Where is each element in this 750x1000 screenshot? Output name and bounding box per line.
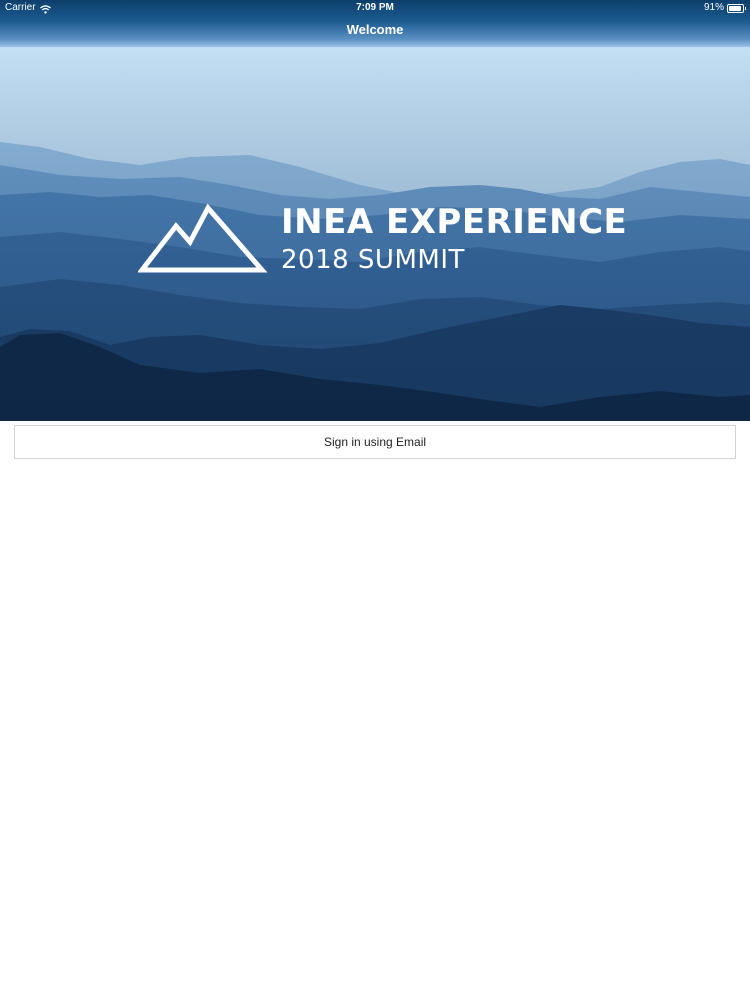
sign-in-email-button[interactable]: Sign in using Email <box>14 425 736 459</box>
status-bar: Carrier 7:09 PM 91% <box>0 0 750 16</box>
hero-banner: INEA EXPERIENCE 2018 SUMMIT <box>0 47 750 421</box>
nav-title: Welcome <box>346 22 404 37</box>
battery-fill <box>729 6 741 11</box>
hero-subtitle: 2018 SUMMIT <box>281 245 465 275</box>
battery-icon <box>727 4 746 13</box>
hero-title: INEA EXPERIENCE <box>281 202 628 242</box>
mountain-icon <box>138 203 268 273</box>
status-time: 7:09 PM <box>356 2 394 13</box>
battery-indicator: 91% <box>703 0 746 16</box>
top-bar: Carrier 7:09 PM 91% Welcome <box>0 0 750 47</box>
welcome-screen: Carrier 7:09 PM 91% Welcome INEA EXPERIE… <box>0 0 750 1000</box>
battery-percentage: 91% <box>703 2 724 13</box>
